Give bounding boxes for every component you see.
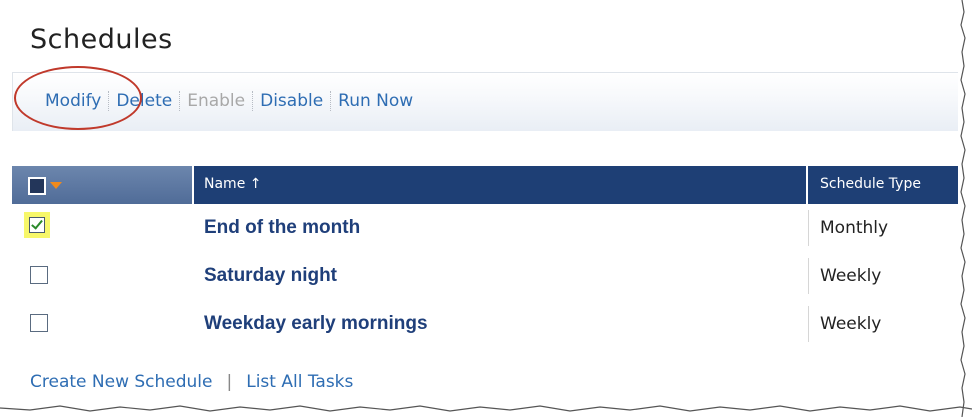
select-all-checkbox[interactable] <box>28 177 46 195</box>
footer-links: Create New Schedule | List All Tasks <box>30 372 353 392</box>
sort-ascending-icon: ↑ <box>249 176 262 192</box>
toolbar: Modify Delete Enable Disable Run Now <box>12 72 972 131</box>
checkmark-icon <box>29 217 45 233</box>
table-header: Name ↑ Schedule Type <box>12 166 972 204</box>
table-row: End of the month Monthly <box>12 204 972 252</box>
torn-edge-bottom <box>0 399 972 417</box>
toolbar-separator <box>108 91 110 111</box>
schedule-name-link[interactable]: End of the month <box>204 217 360 239</box>
toolbar-separator <box>252 91 254 111</box>
column-header-schedule-type-label: Schedule Type <box>820 176 921 192</box>
table-row: Saturday night Weekly <box>12 252 972 300</box>
footer-separator: | <box>226 372 233 392</box>
create-new-schedule-link[interactable]: Create New Schedule <box>30 372 213 392</box>
schedule-type-value: Weekly <box>820 266 882 286</box>
row-checkbox[interactable] <box>24 212 50 238</box>
column-header-name[interactable]: Name ↑ <box>194 166 806 204</box>
column-divider <box>808 306 809 342</box>
row-checkbox[interactable] <box>30 266 48 284</box>
select-all-column-header[interactable] <box>12 166 192 204</box>
schedule-name-link[interactable]: Saturday night <box>204 265 337 287</box>
row-checkbox[interactable] <box>30 314 48 332</box>
modify-button[interactable]: Modify <box>41 91 105 111</box>
schedule-name-link[interactable]: Weekday early mornings <box>204 313 428 335</box>
schedule-type-value: Monthly <box>820 218 889 238</box>
caret-down-icon[interactable] <box>50 182 62 189</box>
delete-button[interactable]: Delete <box>112 91 176 111</box>
page-title: Schedules <box>30 24 173 55</box>
toolbar-items: Modify Delete Enable Disable Run Now <box>41 91 417 111</box>
toolbar-separator <box>330 91 332 111</box>
column-divider <box>808 258 809 294</box>
toolbar-separator <box>179 91 181 111</box>
torn-edge-right <box>958 0 972 417</box>
column-header-schedule-type[interactable]: Schedule Type <box>808 166 972 204</box>
column-header-name-label: Name <box>204 176 246 192</box>
schedule-type-value: Weekly <box>820 314 882 334</box>
column-divider <box>808 210 809 246</box>
schedules-table: Name ↑ Schedule Type End of the month Mo… <box>12 166 972 348</box>
table-row: Weekday early mornings Weekly <box>12 300 972 348</box>
run-now-button[interactable]: Run Now <box>334 91 417 111</box>
disable-button[interactable]: Disable <box>256 91 327 111</box>
list-all-tasks-link[interactable]: List All Tasks <box>246 372 353 392</box>
enable-button: Enable <box>187 91 246 111</box>
